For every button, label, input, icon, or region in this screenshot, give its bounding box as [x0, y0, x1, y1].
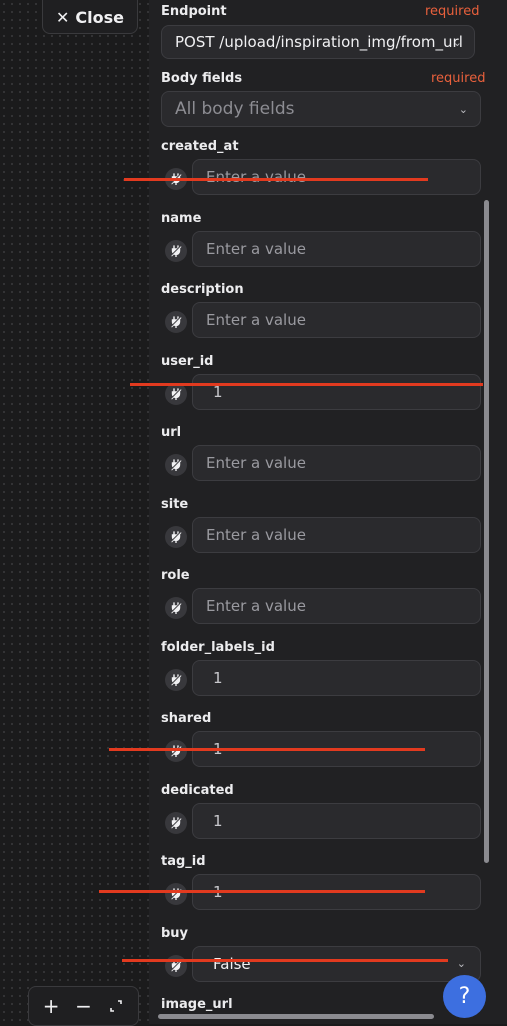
field-row-role: Enter a value — [161, 588, 481, 624]
input-text: Enter a value — [206, 168, 306, 186]
endpoint-value: POST /upload/inspiration_img/from_url — [175, 33, 463, 51]
body-fields-required: required — [431, 71, 486, 86]
horizontal-scrollbar[interactable] — [158, 1014, 434, 1019]
plug-icon — [170, 673, 182, 686]
value-input[interactable]: 1 — [192, 373, 481, 410]
endpoint-label: Endpoint — [161, 4, 227, 19]
plug-icon — [170, 459, 182, 471]
field-label: image_url — [161, 997, 233, 1012]
value-input[interactable]: 1 — [192, 802, 481, 839]
annotation-strike — [109, 748, 425, 751]
zoom-in-button[interactable]: + — [37, 992, 65, 1020]
vertical-scrollbar[interactable] — [484, 200, 489, 863]
field-label: tag_id — [161, 854, 206, 869]
field-label: buy — [161, 925, 189, 941]
toggle-dynamic-button[interactable] — [165, 740, 187, 762]
chevron-down-icon: ⌄ — [456, 957, 466, 970]
close-icon: ✕ — [56, 7, 70, 27]
toggle-dynamic-button[interactable] — [165, 454, 187, 476]
annotation-strike — [130, 383, 483, 386]
endpoint-select[interactable]: POST /upload/inspiration_img/from_url ⌄ — [161, 25, 475, 59]
field-label: created_at — [161, 139, 239, 154]
value-input[interactable]: Enter a value — [192, 230, 481, 267]
field-row-name: Enter a value — [161, 230, 481, 267]
plug-icon — [170, 316, 182, 328]
field-label: description — [161, 282, 244, 297]
toggle-dynamic-button[interactable] — [165, 525, 187, 548]
field-row-url: Enter a value — [161, 445, 481, 481]
plug-icon — [170, 816, 182, 829]
fit-view-button[interactable] — [102, 992, 130, 1020]
annotation-strike — [99, 890, 425, 893]
input-text: Enter a value — [206, 597, 306, 615]
field-row-user-id: 1 — [161, 373, 481, 410]
toggle-dynamic-button[interactable] — [165, 668, 187, 691]
plug-icon — [170, 745, 182, 757]
close-button-label: Close — [75, 7, 124, 27]
body-fields-label: Body fields — [161, 71, 243, 86]
fit-view-icon — [110, 1000, 122, 1012]
plug-icon — [170, 530, 182, 543]
chevron-down-icon: ⌄ — [452, 35, 462, 49]
field-label: user_id — [161, 353, 214, 369]
toggle-dynamic-button[interactable] — [165, 883, 187, 905]
input-text: 1 — [213, 811, 223, 830]
field-row-description: Enter a value — [161, 302, 481, 338]
config-panel: Endpoint required POST /upload/inspirati… — [149, 0, 507, 1024]
toggle-dynamic-button[interactable] — [165, 811, 187, 834]
input-text: Enter a value — [206, 311, 306, 329]
field-row-site: Enter a value — [161, 516, 481, 553]
close-button[interactable]: ✕ Close — [42, 0, 138, 34]
zoom-out-button[interactable]: − — [69, 992, 97, 1020]
plug-icon — [170, 602, 182, 614]
field-row-created-at: Enter a value — [161, 159, 481, 195]
input-text: Enter a value — [206, 454, 306, 472]
toggle-dynamic-button[interactable] — [165, 239, 187, 262]
endpoint-required: required — [425, 4, 480, 19]
toggle-dynamic-button[interactable] — [165, 597, 187, 619]
value-input[interactable]: Enter a value — [192, 516, 481, 553]
body-fields-select[interactable]: All body fields ⌄ — [161, 91, 481, 127]
input-text: 1 — [213, 668, 223, 687]
value-input[interactable]: Enter a value — [192, 445, 481, 481]
value-input[interactable]: Enter a value — [192, 302, 481, 338]
help-button[interactable]: ? — [443, 975, 486, 1018]
field-label: shared — [161, 711, 212, 726]
annotation-strike — [124, 178, 428, 181]
input-text: Enter a value — [206, 525, 306, 544]
plug-icon — [170, 244, 182, 257]
field-label: name — [161, 210, 202, 226]
field-label: folder_labels_id — [161, 639, 275, 655]
bool-select[interactable]: False ⌄ — [192, 945, 481, 982]
input-text: False — [213, 954, 251, 973]
field-row-folder-labels-id: 1 — [161, 659, 481, 696]
zoom-controls: + − — [28, 986, 139, 1026]
annotation-strike — [122, 959, 448, 962]
toggle-dynamic-button[interactable] — [165, 954, 187, 977]
plug-icon — [170, 387, 182, 400]
field-label: site — [161, 496, 189, 512]
value-input[interactable]: Enter a value — [192, 159, 481, 195]
toggle-dynamic-button[interactable] — [165, 311, 187, 333]
field-label: role — [161, 568, 190, 583]
value-input[interactable]: 1 — [192, 659, 481, 696]
chevron-down-icon: ⌄ — [458, 102, 468, 116]
input-text: Enter a value — [206, 239, 306, 258]
field-row-buy: False ⌄ — [161, 945, 481, 982]
field-label: url — [161, 425, 182, 440]
field-row-dedicated: 1 — [161, 802, 481, 839]
body-fields-placeholder: All body fields — [175, 99, 295, 119]
value-input[interactable]: Enter a value — [192, 588, 481, 624]
field-label: dedicated — [161, 782, 234, 798]
